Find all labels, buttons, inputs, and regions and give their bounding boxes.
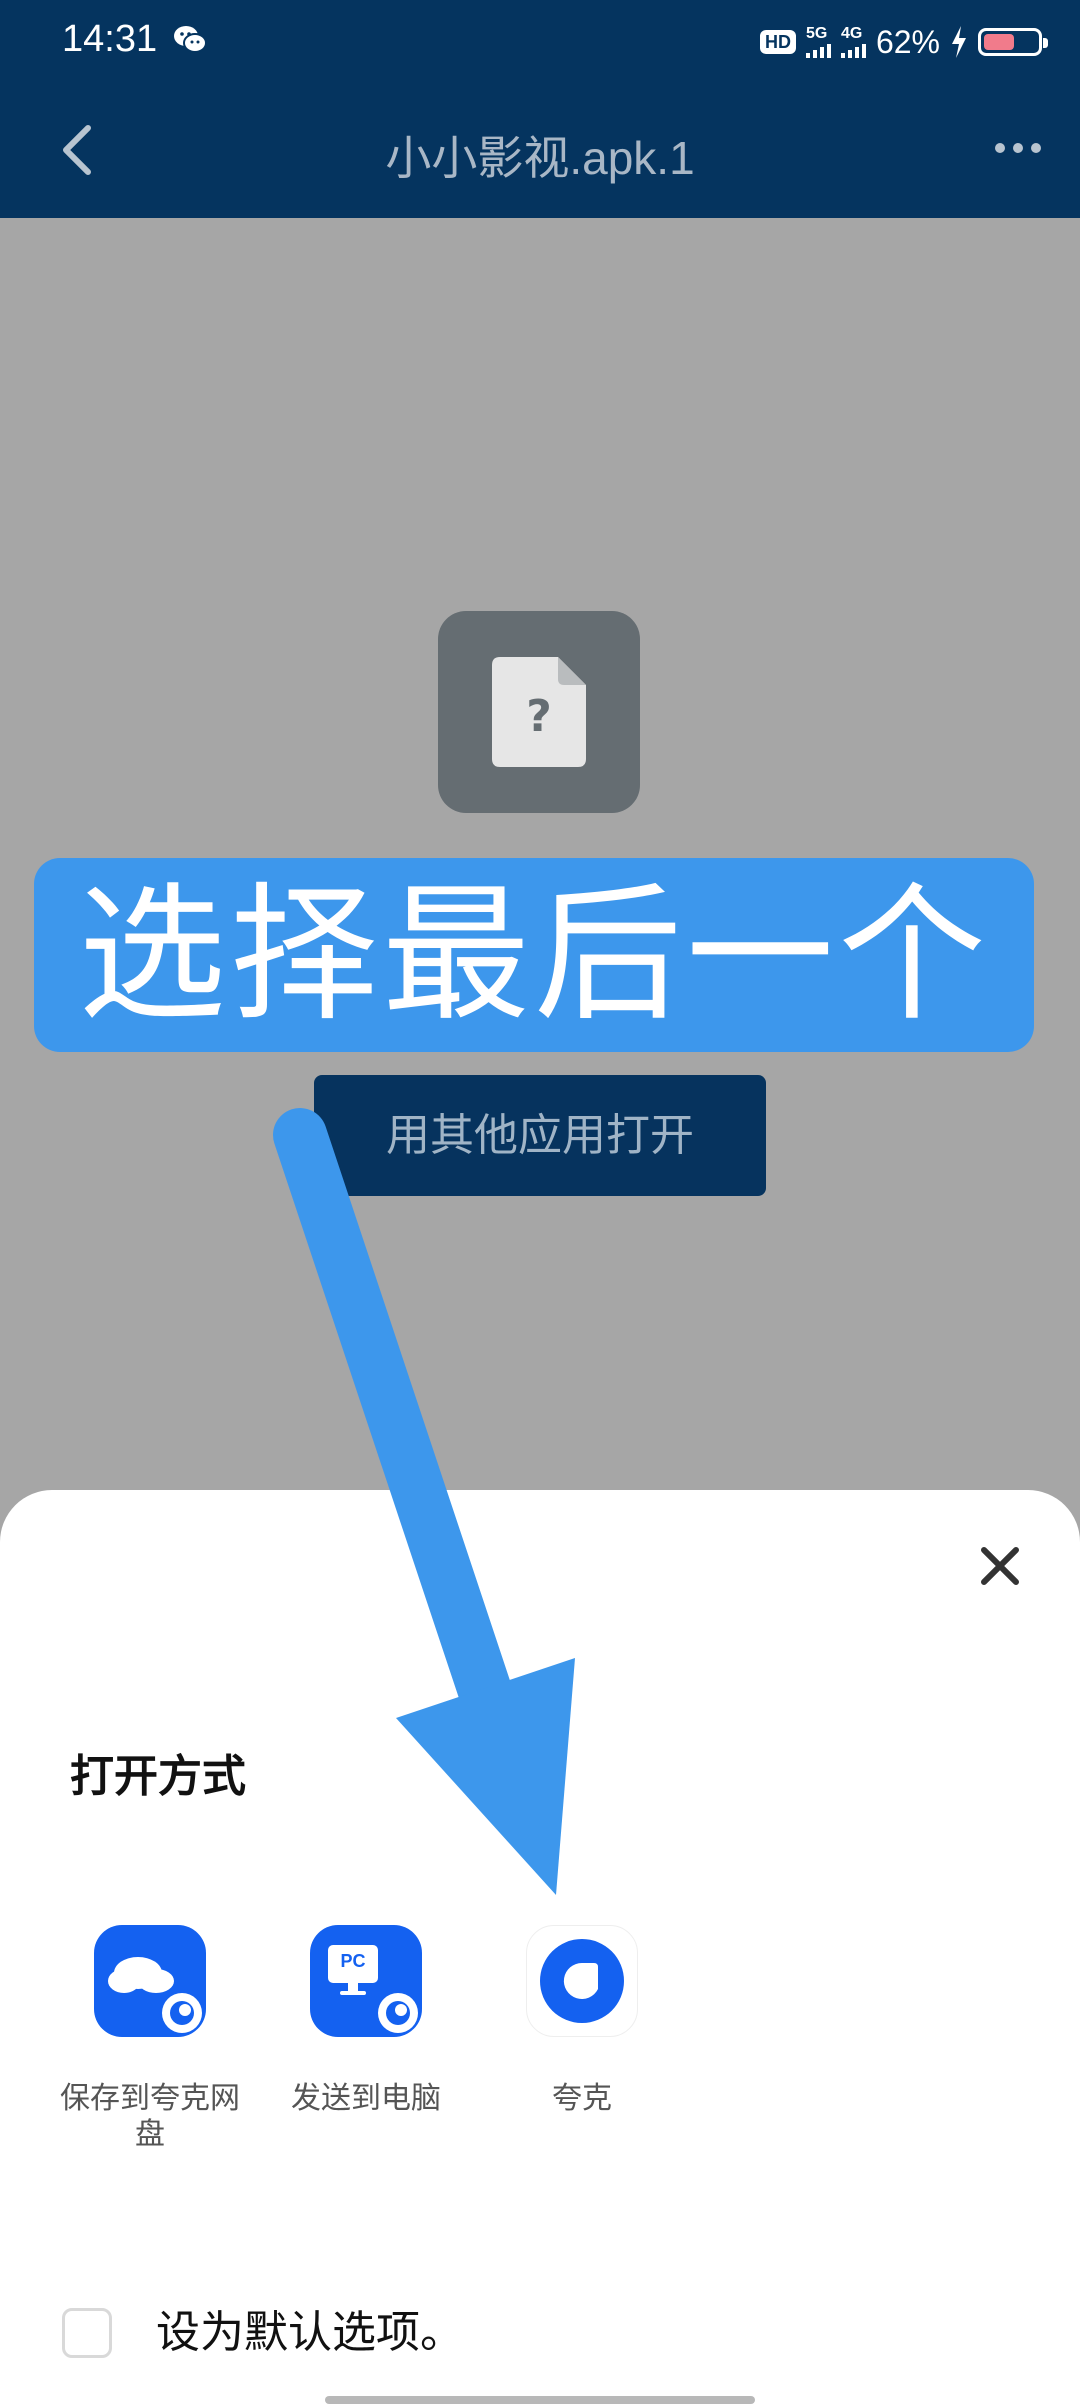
unknown-file-icon: ?: [438, 611, 640, 813]
battery-percent: 62%: [875, 23, 940, 60]
open-with-other-app-button[interactable]: 用其他应用打开: [314, 1075, 766, 1196]
sheet-title: 打开方式: [70, 1751, 246, 1802]
home-indicator[interactable]: [325, 2396, 755, 2404]
app-label: 夸克: [552, 2081, 612, 2116]
app-list: 保存到夸克网盘 PC 发送到电脑 夸克: [0, 1925, 1080, 2185]
battery-fill: [984, 34, 1014, 50]
app-save-to-quark-drive[interactable]: 保存到夸克网盘: [40, 1925, 260, 2153]
hd-badge: HD: [759, 30, 796, 54]
open-with-sheet: 打开方式 保存到夸克网盘 PC 发送到电脑 夸克 设为默认选项。: [0, 1490, 1080, 2408]
page-title: 小小影视.apk.1: [385, 132, 695, 184]
signal-bars-icon: [805, 42, 831, 58]
app-label: 发送到电脑: [291, 2081, 441, 2116]
svg-text:?: ?: [526, 691, 552, 742]
quark-icon: [526, 1925, 638, 2037]
signal-bars-icon: [840, 42, 866, 58]
set-default-label: 设为默认选项。: [156, 2307, 464, 2358]
instruction-banner: 选择最后一个: [34, 858, 1034, 1052]
more-options-icon[interactable]: [986, 128, 1050, 168]
app-header: 小小影视.apk.1: [0, 84, 1080, 218]
charging-icon: [952, 26, 966, 58]
app-send-to-pc[interactable]: PC 发送到电脑: [256, 1925, 476, 2117]
signal-sim2: 4G: [840, 25, 866, 58]
status-icons: HD 5G 4G 62%: [759, 22, 1048, 62]
set-default-checkbox[interactable]: [62, 2308, 112, 2358]
pc-badge-text: PC: [340, 1951, 366, 1971]
app-label: 保存到夸克网盘: [60, 2081, 240, 2152]
sim2-label: 4G: [840, 25, 863, 42]
sim1-label: 5G: [805, 25, 828, 42]
close-icon[interactable]: [960, 1526, 1040, 1606]
wechat-icon: [174, 26, 207, 53]
signal-sim1: 5G: [805, 25, 831, 58]
quark-pc-icon: PC: [310, 1925, 422, 2037]
app-quark[interactable]: 夸克: [472, 1925, 692, 2117]
quark-cloud-icon: [94, 1925, 206, 2037]
status-time: 14:31: [62, 18, 158, 60]
battery-icon: [978, 28, 1048, 56]
status-bar: 14:31 HD 5G 4G 62%: [0, 0, 1080, 84]
